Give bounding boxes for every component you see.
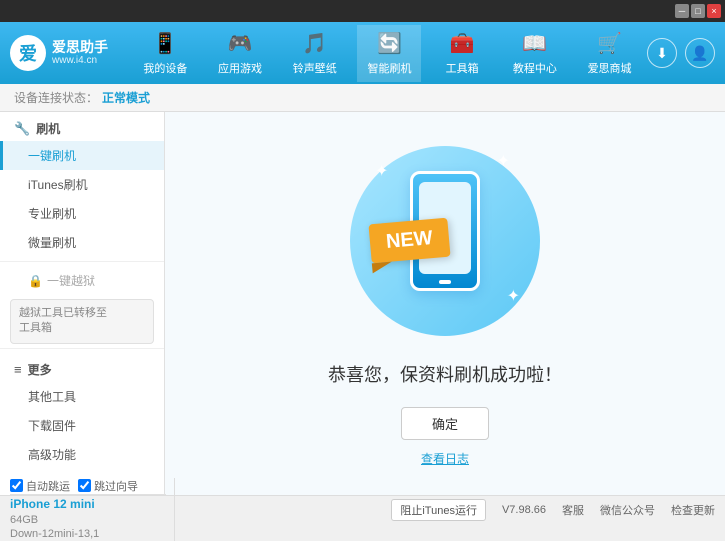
logo-main-text: 爱思助手 [52,39,108,56]
nav-label-tutorial: 教程中心 [513,60,557,76]
nav-label-shop: 爱思商城 [588,60,632,76]
nav-item-toolbox[interactable]: 🧰 工具箱 [432,25,492,82]
skip-wizard-label: 跳过向导 [94,478,138,494]
status-label: 设备连接状态： [14,89,98,106]
download-button[interactable]: ⬇ [647,38,677,68]
bottom-bar: 自动跳运 跳过向导 iPhone 12 mini 64GB Down-12min… [0,495,725,523]
check-update-link[interactable]: 检查更新 [671,502,715,518]
logo-icon: 爱 [10,35,46,71]
nav-label-my-device: 我的设备 [143,60,187,76]
nav-label-toolbox: 工具箱 [446,60,479,76]
sidebar-item-one-click-flash[interactable]: 一键刷机 [0,141,164,170]
bottom-right-section: 阻止iTunes运行 V7.98.66 客服 微信公众号 检查更新 [175,499,715,521]
logo-sub-text: www.i4.cn [52,55,108,67]
sidebar-item-micro-flash[interactable]: 微量刷机 [0,228,164,257]
content-area: NEW ✦ ✦ ✦ 恭喜您，保资料刷机成功啦！ 确定 查看日志 [165,112,725,495]
more-section-icon: ≡ [14,362,22,377]
sparkle-icon-1: ✦ [375,161,388,181]
nav-label-smart-flash: 智能刷机 [367,60,411,76]
sidebar-notice: 越狱工具已转移至工具箱 [10,299,154,344]
nav-icon-tutorial: 📖 [522,31,547,56]
main-layout: 🔧 刷机 一键刷机 iTunes刷机 专业刷机 微量刷机 🔒 一键越狱 越狱工具… [0,112,725,495]
nav-item-shop[interactable]: 🛒 爱思商城 [578,25,642,82]
more-section-label: 更多 [28,361,52,378]
maximize-button[interactable]: □ [691,4,705,18]
bottom-left-section: 自动跳运 跳过向导 iPhone 12 mini 64GB Down-12min… [10,478,175,541]
new-badge: NEW [368,217,450,263]
nav-item-tutorial[interactable]: 📖 教程中心 [503,25,567,82]
sparkle-icon-2: ✦ [497,151,510,171]
lock-icon: 🔒 [28,274,43,288]
nav-icon-toolbox: 🧰 [450,31,475,56]
sidebar-item-other-tools[interactable]: 其他工具 [0,382,164,411]
auto-jump-input[interactable] [10,479,23,492]
confirm-button[interactable]: 确定 [401,407,489,440]
header: 爱 爱思助手 www.i4.cn 📱 我的设备 🎮 应用游戏 🎵 铃声壁纸 🔄 … [0,22,725,84]
nav-items: 📱 我的设备 🎮 应用游戏 🎵 铃声壁纸 🔄 智能刷机 🧰 工具箱 📖 教程中心… [128,25,647,82]
device-info: iPhone 12 mini 64GB Down-12mini-13,1 [10,494,166,541]
phone-home-btn [439,280,451,284]
view-log-link[interactable]: 查看日志 [421,450,469,467]
nav-item-my-device[interactable]: 📱 我的设备 [133,25,197,82]
nav-icon-ringtones: 🎵 [302,31,327,56]
device-model: Down-12mini-13,1 [10,527,166,541]
sidebar-divider-2 [0,348,164,349]
skip-wizard-checkbox[interactable]: 跳过向导 [78,478,138,494]
minimize-button[interactable]: ─ [675,4,689,18]
nav-item-apps-games[interactable]: 🎮 应用游戏 [208,25,272,82]
sidebar: 🔧 刷机 一键刷机 iTunes刷机 专业刷机 微量刷机 🔒 一键越狱 越狱工具… [0,112,165,495]
auto-jump-checkbox[interactable]: 自动跳运 [10,478,70,494]
logo-text: 爱思助手 www.i4.cn [52,39,108,68]
stop-itunes-button[interactable]: 阻止iTunes运行 [391,499,486,521]
auto-jump-label: 自动跳运 [26,478,70,494]
device-storage: 64GB [10,513,166,527]
wechat-public-link[interactable]: 微信公众号 [600,502,655,518]
sidebar-item-itunes-flash[interactable]: iTunes刷机 [0,170,164,199]
sidebar-section-more: ≡ 更多 [0,353,164,382]
account-button[interactable]: 👤 [685,38,715,68]
sparkle-icon-3: ✦ [507,286,520,306]
sidebar-divider-1 [0,261,164,262]
version-label: V7.98.66 [502,504,546,516]
sidebar-item-advanced[interactable]: 高级功能 [0,440,164,469]
skip-wizard-input[interactable] [78,479,91,492]
header-actions: ⬇ 👤 [647,38,715,68]
sidebar-item-pro-flash[interactable]: 专业刷机 [0,199,164,228]
customer-service-link[interactable]: 客服 [562,502,584,518]
window-controls: ─ □ × [675,4,721,18]
sidebar-item-download-firmware[interactable]: 下载固件 [0,411,164,440]
status-bar: 设备连接状态： 正常模式 [0,84,725,112]
success-illustration: NEW ✦ ✦ ✦ [345,141,545,341]
nav-item-smart-flash[interactable]: 🔄 智能刷机 [357,25,421,82]
nav-icon-my-device: 📱 [153,31,178,56]
nav-label-apps-games: 应用游戏 [218,60,262,76]
bottom-checkboxes: 自动跳运 跳过向导 [10,478,166,494]
close-button[interactable]: × [707,4,721,18]
nav-item-ringtones[interactable]: 🎵 铃声壁纸 [283,25,347,82]
sidebar-section-flash: 🔧 刷机 [0,112,164,141]
nav-label-ringtones: 铃声壁纸 [293,60,337,76]
status-value: 正常模式 [102,89,150,106]
nav-icon-shop: 🛒 [597,31,622,56]
nav-icon-apps-games: 🎮 [228,31,253,56]
device-name: iPhone 12 mini [10,497,166,513]
flash-section-label: 刷机 [36,120,60,137]
logo: 爱 爱思助手 www.i4.cn [10,35,108,71]
title-bar: ─ □ × [0,0,725,22]
sidebar-item-jailbreak: 🔒 一键越狱 [0,266,164,295]
nav-icon-smart-flash: 🔄 [377,31,402,56]
flash-section-icon: 🔧 [14,121,30,137]
success-message: 恭喜您，保资料刷机成功啦！ [328,361,562,387]
